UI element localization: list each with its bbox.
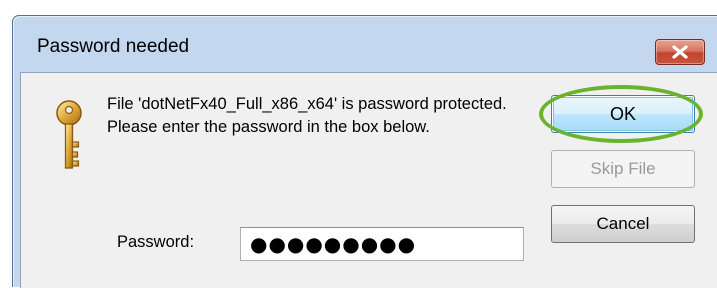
dialog-message: File 'dotNetFx40_Full_x86_x64' is passwo… — [107, 95, 507, 136]
password-input[interactable] — [240, 227, 524, 261]
ok-button[interactable]: OK — [551, 95, 695, 133]
dialog-title: Password needed — [37, 36, 190, 57]
title-bar[interactable]: Password needed — [13, 16, 717, 72]
password-label: Password: — [117, 233, 195, 251]
skip-file-button[interactable]: Skip File — [551, 150, 695, 188]
close-icon — [672, 45, 688, 59]
cancel-button[interactable]: Cancel — [551, 205, 695, 243]
close-button[interactable] — [655, 39, 705, 65]
password-dialog: Password needed File 'dotNetFx40_Full_x8… — [12, 15, 717, 288]
dialog-body: File 'dotNetFx40_Full_x86_x64' is passwo… — [20, 72, 717, 288]
key-icon — [56, 100, 82, 169]
